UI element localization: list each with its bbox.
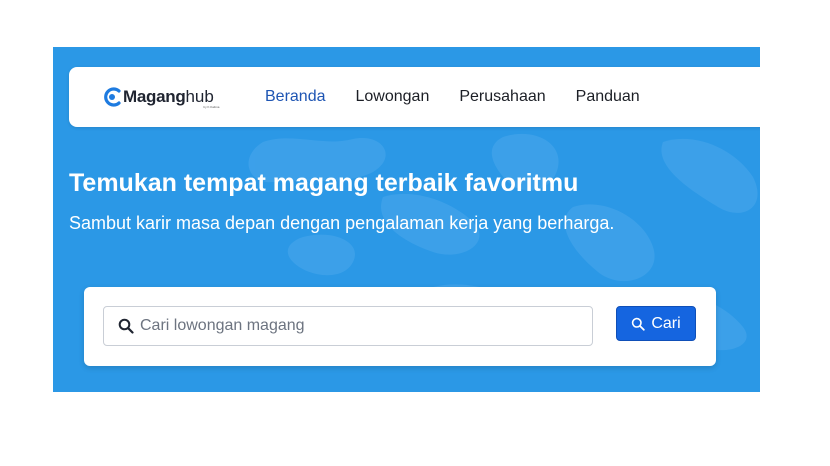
logo-tagline: by K Kalima <box>203 105 220 109</box>
logo-text-light-label: hub <box>185 87 214 106</box>
search-button[interactable]: Cari <box>616 306 696 341</box>
hero-subtitle: Sambut karir masa depan dengan pengalama… <box>69 213 615 233</box>
hero-title: Temukan tempat magang terbaik favoritmu <box>69 169 579 197</box>
search-input[interactable] <box>140 317 580 335</box>
hero-section: Magang hub by K Kalima Beranda Lowongan … <box>53 47 760 392</box>
search-icon <box>118 318 134 334</box>
nav-link-perusahaan[interactable]: Perusahaan <box>459 88 545 106</box>
nav-link-panduan[interactable]: Panduan <box>576 88 640 106</box>
search-card: Cari <box>84 287 716 366</box>
search-button-icon <box>632 317 646 331</box>
nav-link-lowongan[interactable]: Lowongan <box>356 88 430 106</box>
logo-text-light: hub by K Kalima <box>185 87 219 109</box>
magangHub-logo[interactable]: Magang hub by K Kalima <box>102 82 219 112</box>
top-navbar: Magang hub by K Kalima Beranda Lowongan … <box>69 67 760 127</box>
search-button-label: Cari <box>651 314 681 332</box>
search-box[interactable] <box>103 306 593 346</box>
main-nav: Beranda Lowongan Perusahaan Panduan <box>265 67 670 127</box>
nav-link-beranda[interactable]: Beranda <box>265 88 326 106</box>
logo-mark-icon <box>104 87 121 107</box>
logo-text-bold: Magang <box>123 87 186 106</box>
